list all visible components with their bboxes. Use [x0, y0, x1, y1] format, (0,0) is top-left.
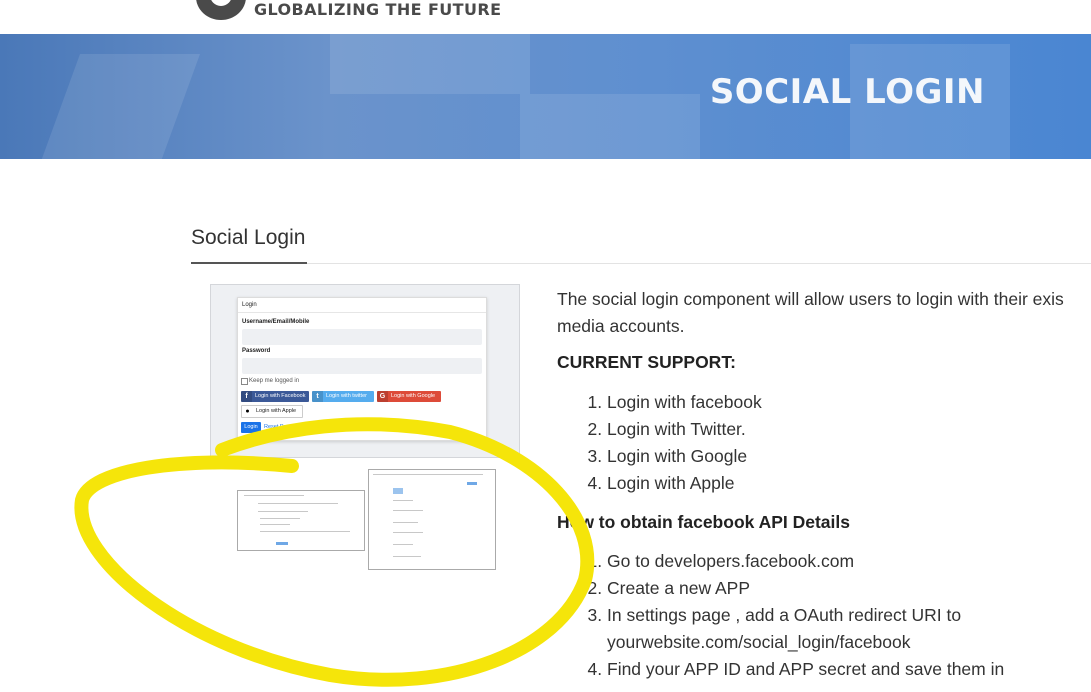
- google-login-button-preview: G Login with Google: [377, 391, 441, 402]
- facebook-icon: f: [241, 391, 252, 402]
- list-item: Login with facebook: [607, 389, 762, 416]
- apple-icon: ●: [245, 408, 250, 415]
- list-item: In settings page , add a OAuth redirect …: [607, 602, 1004, 656]
- login-card-preview: Login Username/Email/Mobile Password Kee…: [237, 297, 487, 441]
- list-item: Create a new APP: [607, 575, 1004, 602]
- settings-thumbnail-1[interactable]: [237, 490, 365, 551]
- logo-icon[interactable]: [196, 0, 246, 20]
- facebook-api-heading: How to obtain facebook API Details: [557, 512, 850, 532]
- list-item: Find your APP ID and APP secret and save…: [607, 656, 1004, 683]
- facebook-login-button-preview: f Login with Facebook: [241, 391, 309, 402]
- keep-logged-in-checkbox: [241, 378, 248, 385]
- google-icon: G: [377, 391, 388, 402]
- description-line-1: The social login component will allow us…: [557, 289, 1064, 309]
- site-header: GLOBALIZING THE FUTURE: [0, 0, 1091, 34]
- twitter-login-button-preview: t Login with twitter: [312, 391, 374, 402]
- list-item: Login with Apple: [607, 470, 762, 497]
- page-banner: SOCIAL LOGIN: [0, 34, 1091, 159]
- list-item: Login with Twitter.: [607, 416, 762, 443]
- banner-title: SOCIAL LOGIN: [709, 72, 985, 112]
- reset-password-link-preview: Reset Password: [264, 424, 305, 430]
- username-field-preview: [242, 329, 482, 345]
- facebook-steps-list: Go to developers.facebook.com Create a n…: [557, 548, 1004, 683]
- description-line-2: media accounts.: [557, 316, 685, 336]
- component-description: The social login component will allow us…: [557, 286, 1091, 340]
- current-support-heading: CURRENT SUPPORT:: [557, 352, 736, 372]
- twitter-icon: t: [312, 391, 323, 402]
- password-field-preview: [242, 358, 482, 374]
- site-tagline: GLOBALIZING THE FUTURE: [254, 0, 502, 19]
- login-preview-image[interactable]: Login Username/Email/Mobile Password Kee…: [210, 284, 520, 458]
- section-title-underline: [191, 262, 307, 264]
- section-divider: [191, 263, 1091, 264]
- login-button-preview: Login: [241, 422, 261, 433]
- username-label: Username/Email/Mobile: [242, 319, 310, 325]
- keep-logged-in-label: Keep me logged in: [249, 378, 300, 384]
- section-title: Social Login: [191, 226, 306, 249]
- settings-thumbnail-2[interactable]: [368, 469, 496, 570]
- apple-login-button-preview: ● Login with Apple: [241, 405, 303, 418]
- support-list: Login with facebook Login with Twitter. …: [557, 389, 762, 497]
- list-item: Go to developers.facebook.com: [607, 548, 1004, 575]
- card-title: Login: [242, 302, 257, 308]
- list-item: Login with Google: [607, 443, 762, 470]
- password-label: Password: [242, 348, 271, 354]
